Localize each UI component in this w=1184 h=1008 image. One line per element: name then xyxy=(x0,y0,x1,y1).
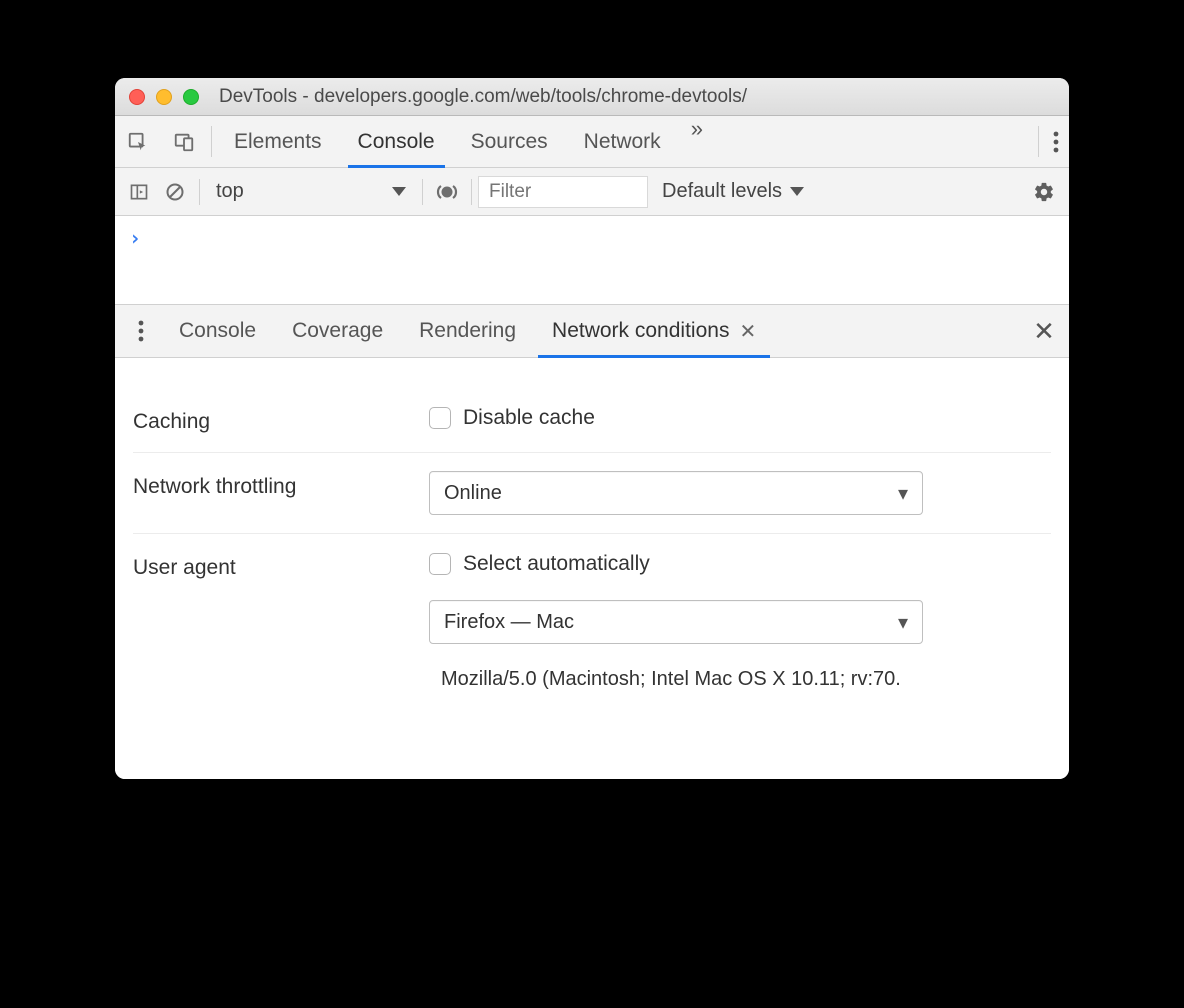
user-agent-string: Mozilla/5.0 (Macintosh; Intel Mac OS X 1… xyxy=(429,668,901,691)
tab-console[interactable]: Console xyxy=(340,116,453,167)
checkbox-icon xyxy=(429,553,451,575)
throttling-label: Network throttling xyxy=(133,471,429,499)
device-toolbar-icon[interactable] xyxy=(161,116,207,167)
clear-console-icon[interactable] xyxy=(157,182,193,202)
window-title: DevTools - developers.google.com/web/too… xyxy=(199,86,1055,108)
separator xyxy=(199,179,200,205)
user-agent-label: User agent xyxy=(133,552,429,580)
disable-cache-label: Disable cache xyxy=(463,406,595,430)
user-agent-value: Firefox — Mac xyxy=(444,611,574,634)
levels-label: Default levels xyxy=(662,180,782,203)
inspect-element-icon[interactable] xyxy=(115,116,161,167)
separator xyxy=(211,126,212,157)
drawer-tabs: Console Coverage Rendering Network condi… xyxy=(115,304,1069,358)
console-settings-icon[interactable] xyxy=(1019,181,1069,203)
tab-network[interactable]: Network xyxy=(566,116,679,167)
separator xyxy=(1038,126,1039,157)
dropdown-caret-icon: ▾ xyxy=(898,481,908,506)
console-toolbar: top Default levels xyxy=(115,168,1069,216)
live-expression-icon[interactable] xyxy=(429,180,465,204)
dropdown-caret-icon xyxy=(790,187,804,196)
throttling-select[interactable]: Online ▾ xyxy=(429,471,923,515)
tab-sources[interactable]: Sources xyxy=(453,116,566,167)
filter-input[interactable] xyxy=(478,176,648,208)
network-conditions-panel: Caching Disable cache Network throttling… xyxy=(115,358,1069,779)
settings-menu-button[interactable] xyxy=(1043,116,1069,167)
dropdown-caret-icon xyxy=(392,187,406,196)
zoom-window-button[interactable] xyxy=(183,89,199,105)
caching-row: Caching Disable cache xyxy=(133,388,1051,453)
log-levels-selector[interactable]: Default levels xyxy=(648,180,818,203)
user-agent-row: User agent Select automatically Firefox … xyxy=(133,534,1051,709)
console-prompt-icon: › xyxy=(129,226,141,250)
throttling-value: Online xyxy=(444,482,502,505)
main-tabs: Elements Console Sources Network » xyxy=(216,116,715,167)
drawer-tab-rendering[interactable]: Rendering xyxy=(401,305,534,357)
select-automatically-label: Select automatically xyxy=(463,552,650,576)
tab-elements[interactable]: Elements xyxy=(216,116,340,167)
checkbox-icon xyxy=(429,407,451,429)
more-tabs-button[interactable]: » xyxy=(679,116,715,167)
main-toolbar: Elements Console Sources Network » xyxy=(115,116,1069,168)
disable-cache-checkbox[interactable]: Disable cache xyxy=(429,406,595,430)
minimize-window-button[interactable] xyxy=(156,89,172,105)
separator xyxy=(471,179,472,205)
console-sidebar-toggle-icon[interactable] xyxy=(121,182,157,202)
user-agent-select[interactable]: Firefox — Mac ▾ xyxy=(429,600,923,644)
drawer-tab-network-conditions[interactable]: Network conditions ✕ xyxy=(534,305,774,357)
context-selector[interactable]: top xyxy=(206,180,416,203)
close-window-button[interactable] xyxy=(129,89,145,105)
traffic-lights xyxy=(129,89,199,105)
drawer-menu-button[interactable] xyxy=(121,305,161,357)
caching-label: Caching xyxy=(133,406,429,434)
close-tab-icon[interactable]: ✕ xyxy=(739,319,756,344)
select-automatically-checkbox[interactable]: Select automatically xyxy=(429,552,650,576)
dropdown-caret-icon: ▾ xyxy=(898,610,908,635)
devtools-window: DevTools - developers.google.com/web/too… xyxy=(115,78,1069,779)
separator xyxy=(422,179,423,205)
context-value: top xyxy=(216,180,244,203)
titlebar: DevTools - developers.google.com/web/too… xyxy=(115,78,1069,116)
close-drawer-icon[interactable]: ✕ xyxy=(1019,305,1069,357)
drawer-tab-coverage[interactable]: Coverage xyxy=(274,305,401,357)
drawer-tab-console[interactable]: Console xyxy=(161,305,274,357)
throttling-row: Network throttling Online ▾ xyxy=(133,453,1051,534)
console-body[interactable]: › xyxy=(115,216,1069,304)
